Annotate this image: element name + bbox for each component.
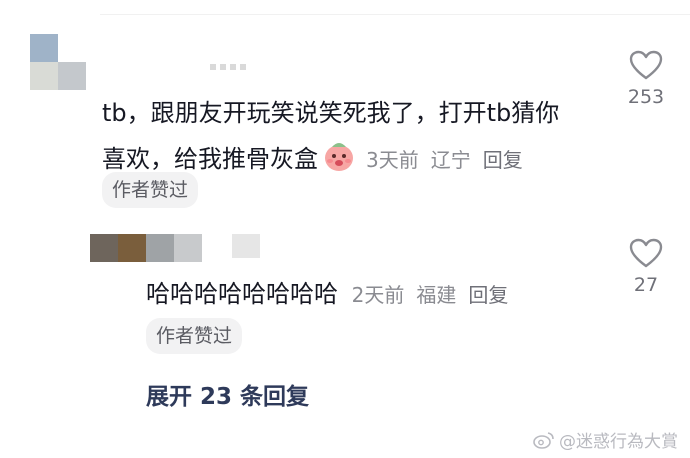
sticker-emoji-icon xyxy=(325,143,353,171)
reply-body: 哈哈哈哈哈哈哈哈 2天前 福建 回复 xyxy=(146,276,508,313)
comment-reply-button[interactable]: 回复 xyxy=(483,148,523,172)
comment-author-liked-badge: 作者赞过 xyxy=(102,172,199,208)
commenter-username-blurred[interactable] xyxy=(210,64,250,70)
comment-body: tb，跟朋友开玩笑说笑死我了，打开tb猜你 喜欢，给我推骨灰盒 3天前 辽宁 回复 xyxy=(102,90,622,183)
weibo-watermark: @迷惑行為大賞 xyxy=(533,427,678,452)
heart-icon[interactable] xyxy=(629,50,663,80)
expand-replies-button[interactable]: 展开 23 条回复 xyxy=(146,377,309,411)
comment-like[interactable]: 253 xyxy=(616,50,676,108)
replier-avatar-and-name-blurred[interactable] xyxy=(90,234,262,264)
comment-time: 3天前 xyxy=(366,148,419,172)
watermark-text: @迷惑行為大賞 xyxy=(559,432,678,452)
reply-time: 2天前 xyxy=(351,283,405,307)
reply-reply-button[interactable]: 回复 xyxy=(468,283,508,307)
heart-icon[interactable] xyxy=(629,238,663,268)
comment-line-1: tb，跟朋友开玩笑说笑死我了，打开tb猜你 xyxy=(102,99,560,127)
comment-location: 辽宁 xyxy=(430,148,471,172)
comment-line-2-text: 喜欢，给我推骨灰盒 xyxy=(102,145,318,173)
top-divider xyxy=(100,14,690,15)
reply-author-liked-badge: 作者赞过 xyxy=(146,318,243,354)
weibo-icon xyxy=(533,431,554,449)
commenter-avatar[interactable] xyxy=(30,34,86,90)
comment-like-count: 253 xyxy=(627,86,665,108)
reply-location: 福建 xyxy=(416,283,457,307)
reply-text: 哈哈哈哈哈哈哈哈 xyxy=(146,280,338,308)
reply-like-count: 27 xyxy=(633,274,659,296)
reply-like[interactable]: 27 xyxy=(616,238,676,296)
